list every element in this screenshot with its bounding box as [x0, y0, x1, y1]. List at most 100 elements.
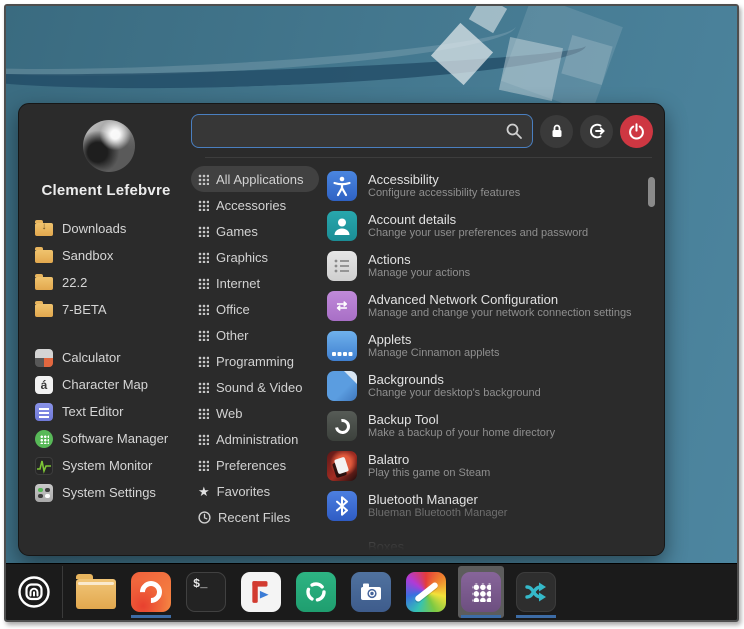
- star-icon: ★: [198, 486, 210, 497]
- grid-tiles-icon: [461, 572, 501, 612]
- category-all-applications[interactable]: All Applications: [191, 166, 319, 192]
- app-description: Change your user preferences and passwor…: [368, 227, 588, 240]
- category-recent-files[interactable]: Recent Files: [191, 504, 319, 530]
- category-internet[interactable]: Internet: [191, 270, 319, 296]
- grid-icon: [198, 434, 209, 445]
- taskbar-red-f-launcher[interactable]: [238, 566, 284, 618]
- taskbar-drawing-app[interactable]: [403, 566, 449, 618]
- category-programming[interactable]: Programming: [191, 348, 319, 374]
- category-other[interactable]: Other: [191, 322, 319, 348]
- category-label: Preferences: [216, 458, 286, 473]
- taskbar-green-sync-app[interactable]: [293, 566, 339, 618]
- grid-icon: [198, 356, 209, 367]
- place-label: 22.2: [62, 275, 87, 290]
- shortcut-label: System Monitor: [62, 458, 152, 473]
- app-backup-tool[interactable]: Backup Tool Make a backup of your home d…: [327, 406, 664, 446]
- taskbar-file-manager[interactable]: [73, 566, 119, 618]
- taskbar-terminal[interactable]: $_: [183, 566, 229, 618]
- app-name: Boxes: [368, 539, 404, 554]
- category-preferences[interactable]: Preferences: [191, 452, 319, 478]
- app-advanced-network-configuration[interactable]: ⇄ Advanced Network Configuration Manage …: [327, 286, 664, 326]
- calculator-icon: [35, 349, 53, 367]
- folder-icon: [35, 250, 53, 263]
- category-sound-video[interactable]: Sound & Video: [191, 374, 319, 400]
- app-description: Blueman Bluetooth Manager: [368, 507, 507, 520]
- category-label: Sound & Video: [216, 380, 303, 395]
- power-icon: [628, 123, 645, 140]
- user-avatar[interactable]: [83, 120, 135, 172]
- category-label: Accessories: [216, 198, 286, 213]
- app-applets[interactable]: Applets Manage Cinnamon applets: [327, 326, 664, 366]
- shortcut-system-monitor[interactable]: System Monitor: [35, 452, 187, 479]
- app-balatro[interactable]: Balatro Play this game on Steam: [327, 446, 664, 486]
- terminal-prompt-glyph: $_: [193, 577, 207, 591]
- taskbar-web-apps-grid[interactable]: [458, 566, 504, 618]
- lock-icon: [549, 123, 565, 139]
- grid-icon: [198, 330, 209, 341]
- app-name: Applets: [368, 332, 499, 347]
- taskbar-firefox[interactable]: [128, 566, 174, 618]
- category-administration[interactable]: Administration: [191, 426, 319, 452]
- lock-button[interactable]: [540, 115, 573, 148]
- shortcut-label: Calculator: [62, 350, 121, 365]
- category-label: Graphics: [216, 250, 268, 265]
- folder-icon: [35, 304, 53, 317]
- mint-menu: Clement Lefebvre ↓ Downloads Sandbox 22.…: [18, 103, 665, 556]
- shortcut-character-map[interactable]: á Character Map: [35, 371, 187, 398]
- accessibility-icon: [327, 171, 357, 201]
- app-description: Manage your actions: [368, 267, 470, 280]
- desktop-screenshot: Clement Lefebvre ↓ Downloads Sandbox 22.…: [4, 4, 739, 622]
- app-accessibility[interactable]: Accessibility Configure accessibility fe…: [327, 166, 664, 206]
- power-button[interactable]: [620, 115, 653, 148]
- app-icon: [327, 552, 357, 555]
- category-label: Internet: [216, 276, 260, 291]
- app-name: Backup Tool: [368, 412, 555, 427]
- app-bluetooth-manager[interactable]: Bluetooth Manager Blueman Bluetooth Mana…: [327, 486, 664, 526]
- scrollbar-thumb[interactable]: [648, 177, 655, 207]
- shortcut-calculator[interactable]: Calculator: [35, 344, 187, 371]
- f-logo-icon: [241, 572, 281, 612]
- category-web[interactable]: Web: [191, 400, 319, 426]
- shortcut-software-manager[interactable]: Software Manager: [35, 425, 187, 452]
- place-7-beta[interactable]: 7-BETA: [35, 296, 187, 323]
- category-games[interactable]: Games: [191, 218, 319, 244]
- place-label: Sandbox: [62, 248, 113, 263]
- app-actions[interactable]: Actions Manage your actions: [327, 246, 664, 286]
- shortcut-system-settings[interactable]: System Settings: [35, 479, 187, 506]
- taskbar-separator: [62, 566, 63, 618]
- taskbar-transfer-app[interactable]: [513, 566, 559, 618]
- grid-icon: [198, 408, 209, 419]
- place-22-2[interactable]: 22.2: [35, 269, 187, 296]
- menu-button[interactable]: [12, 570, 56, 614]
- shortcut-label: Text Editor: [62, 404, 123, 419]
- app-account-details[interactable]: Account details Change your user prefere…: [327, 206, 664, 246]
- category-graphics[interactable]: Graphics: [191, 244, 319, 270]
- category-label: Programming: [216, 354, 294, 369]
- app-name: Accessibility: [368, 172, 520, 187]
- system-monitor-icon: [35, 457, 53, 475]
- taskbar-camera-app[interactable]: [348, 566, 394, 618]
- app-description: Change your desktop's background: [368, 387, 541, 400]
- app-boxes-partial[interactable]: Boxes: [327, 526, 664, 555]
- logout-button[interactable]: [580, 115, 613, 148]
- grid-icon: [198, 200, 209, 211]
- place-downloads[interactable]: ↓ Downloads: [35, 215, 187, 242]
- app-name: Balatro: [368, 452, 490, 467]
- category-favorites[interactable]: ★ Favorites: [191, 478, 319, 504]
- shortcut-label: Character Map: [62, 377, 148, 392]
- terminal-icon: $_: [186, 572, 226, 612]
- app-name: Account details: [368, 212, 588, 227]
- category-label: Office: [216, 302, 250, 317]
- category-office[interactable]: Office: [191, 296, 319, 322]
- category-accessories[interactable]: Accessories: [191, 192, 319, 218]
- app-backgrounds[interactable]: Backgrounds Change your desktop's backgr…: [327, 366, 664, 406]
- search-input[interactable]: [191, 114, 533, 148]
- grid-icon: [198, 278, 209, 289]
- shortcut-text-editor[interactable]: Text Editor: [35, 398, 187, 425]
- app-name: Advanced Network Configuration: [368, 292, 632, 307]
- place-sandbox[interactable]: Sandbox: [35, 242, 187, 269]
- app-name: Actions: [368, 252, 470, 267]
- app-name: Backgrounds: [368, 372, 541, 387]
- category-label: Favorites: [217, 484, 270, 499]
- actions-list-icon: [327, 251, 357, 281]
